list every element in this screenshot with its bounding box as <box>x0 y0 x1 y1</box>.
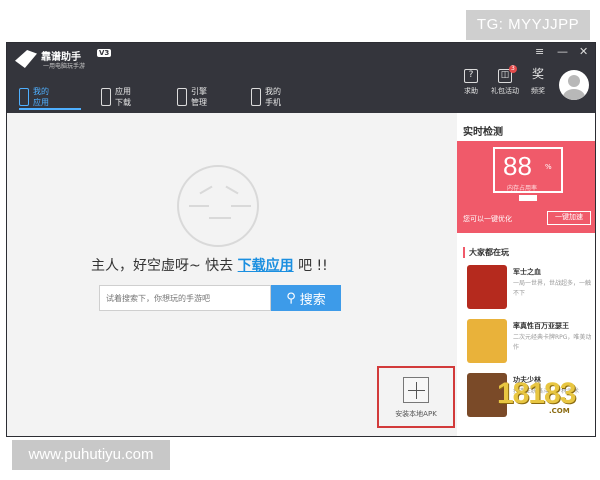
nav-label: 我的应用 <box>33 87 49 107</box>
search-bar: ⚲ 搜索 <box>99 285 341 311</box>
active-indicator <box>19 108 81 110</box>
gift-label: 礼包活动 <box>491 87 519 95</box>
game-name: 率真性百万亚瑟王 <box>513 322 569 330</box>
monitor-card: 88 % 内存占用率 您可以一键优化 一键加速 <box>457 141 595 233</box>
avatar[interactable] <box>559 70 589 100</box>
game-description: 二次元经典卡牌RPG，唯美动作 <box>513 334 592 351</box>
nav-item-engine[interactable]: 引擎管理 <box>177 84 207 110</box>
watermark-bottom: www.puhutiyu.com <box>12 440 170 470</box>
search-input[interactable] <box>99 285 271 311</box>
nav-item-my-apps[interactable]: 我的应用 <box>19 84 81 110</box>
install-local-apk-button[interactable]: 安装本地APK <box>377 366 455 428</box>
hot-games-title: 大家都在玩 <box>463 247 509 258</box>
brand-number: 18183 <box>497 377 576 410</box>
monitor-caption: 内存占用率 <box>507 185 538 192</box>
monitor-icon: 88 % 内存占用率 <box>493 147 563 193</box>
game-item[interactable]: 率真性百万亚瑟王 二次元经典卡牌RPG，唯美动作 <box>467 319 595 367</box>
game-thumbnail <box>467 319 507 363</box>
help-label: 求助 <box>464 87 478 95</box>
home-icon <box>19 88 29 106</box>
search-button[interactable]: ⚲ 搜索 <box>271 285 341 311</box>
nav-item-my-phone[interactable]: 我的手机 <box>251 84 281 110</box>
sidebar-title: 实时检测 <box>463 127 503 138</box>
award-button[interactable]: 奖 频奖 <box>531 67 545 96</box>
game-description: 一局一世界，世战超多，一触不下 <box>513 280 592 297</box>
nav-label: 我的手机 <box>265 87 281 107</box>
gift-icon: ◫ 3 <box>498 65 517 83</box>
empty-face-icon <box>177 165 259 247</box>
minimize-icon[interactable]: — <box>557 45 568 58</box>
main-panel: 主人，好空虚呀~ 快去 下载应用 吧 !! ⚲ 搜索 安装本地APK <box>7 113 457 436</box>
brand-logo: 18183 .COM <box>497 375 583 417</box>
app-version: V3 <box>97 49 112 57</box>
app-logo: 靠谱助手 V3 一用电脑玩手游 <box>15 47 112 73</box>
nav-label: 引擎管理 <box>191 87 207 107</box>
game-item[interactable]: 军士之血 一局一世界，世战超多，一触不下 <box>467 265 595 313</box>
app-subtitle: 一用电脑玩手游 <box>43 63 86 70</box>
plus-icon <box>403 377 429 403</box>
close-icon[interactable]: ✕ <box>579 45 588 58</box>
menu-icon[interactable]: ≡ <box>535 45 544 58</box>
search-button-label: 搜索 <box>299 292 326 308</box>
optimize-button[interactable]: 一键加速 <box>547 211 591 225</box>
install-apk-label: 安装本地APK <box>395 410 437 418</box>
empty-message-suffix: 吧 !! <box>293 258 328 274</box>
android-icon <box>177 88 187 106</box>
gift-badge: 3 <box>509 65 517 73</box>
game-thumbnail <box>467 265 507 309</box>
logo-icon <box>15 50 37 68</box>
nav-label: 应用下载 <box>115 87 131 107</box>
phone-icon <box>251 88 261 106</box>
empty-message-prefix: 主人，好空虚呀~ 快去 <box>91 258 238 274</box>
download-apps-link[interactable]: 下载应用 <box>238 258 294 274</box>
award-icon: 奖 <box>531 67 544 81</box>
help-icon: ? <box>464 69 478 83</box>
game-name: 军士之血 <box>513 268 541 276</box>
download-icon <box>101 88 111 106</box>
watermark-top: TG: MYYJJPP <box>466 10 590 40</box>
monitor-stand <box>519 195 537 201</box>
award-label: 频奖 <box>531 87 545 95</box>
nav-item-download[interactable]: 应用下载 <box>101 84 131 110</box>
help-button[interactable]: ? 求助 <box>464 69 478 96</box>
app-header: 靠谱助手 V3 一用电脑玩手游 ≡ — ✕ 我的应用 应用下载 引擎管理 我的手… <box>7 43 595 113</box>
monitor-unit: % <box>545 163 552 171</box>
empty-message: 主人，好空虚呀~ 快去 下载应用 吧 !! <box>91 255 328 275</box>
gift-button[interactable]: ◫ 3 礼包活动 <box>491 65 519 96</box>
monitor-value: 88 <box>503 151 532 181</box>
monitor-note: 您可以一键优化 <box>463 215 512 223</box>
search-icon: ⚲ <box>286 290 296 306</box>
brand-suffix: .COM <box>549 407 570 415</box>
